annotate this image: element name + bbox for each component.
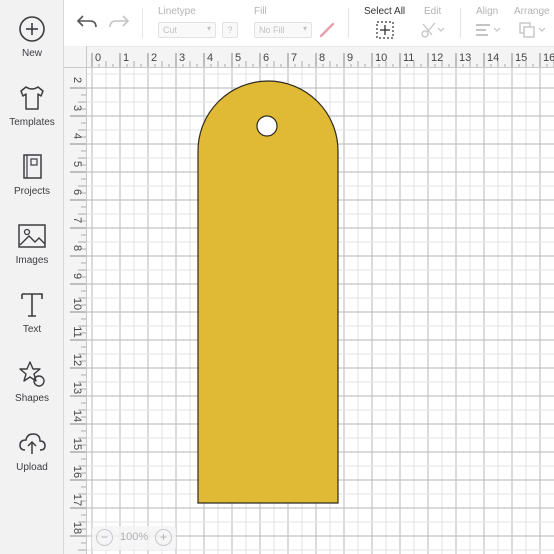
- ruler-label: 13: [71, 382, 83, 394]
- sidebar-item-images[interactable]: Images: [0, 221, 64, 283]
- sidebar-item-label: New: [21, 48, 42, 59]
- ruler-label: 3: [71, 105, 83, 111]
- text-t-icon: [21, 293, 43, 317]
- sidebar-item-upload[interactable]: Upload: [0, 428, 64, 490]
- chevron-down-icon: ▾: [206, 24, 211, 33]
- edit-label: Edit: [424, 6, 442, 17]
- notebook-icon: [23, 154, 42, 179]
- ruler-label: 14: [71, 410, 83, 422]
- arrange-icon[interactable]: [518, 21, 548, 39]
- undo-icon[interactable]: [76, 12, 98, 32]
- ruler-label: 4: [71, 133, 83, 139]
- ruler-label: 12: [431, 52, 443, 64]
- shapes-icon: [19, 361, 45, 387]
- fill-value: No Fill: [259, 25, 285, 35]
- vertical-ruler-ticks: 2 3 4 5 6 7 8 9 10 11 12 13 14 15 16 17 18: [70, 77, 86, 551]
- help-label: ?: [227, 25, 233, 35]
- horizontal-ruler-ticks: 012345678910111213141516: [91, 52, 554, 67]
- ruler-label: 8: [71, 245, 83, 251]
- zoom-level: 100%: [120, 531, 149, 543]
- ruler-label: 11: [71, 326, 83, 337]
- ruler-label: 18: [71, 522, 83, 534]
- tag-hole: [256, 115, 278, 137]
- ruler-label: 8: [319, 52, 325, 64]
- linetype-select[interactable]: Cut ▾: [158, 22, 216, 38]
- ruler-label: 10: [71, 298, 83, 310]
- tshirt-icon: [20, 86, 44, 110]
- divider: [348, 8, 349, 38]
- ruler-label: 6: [71, 189, 83, 195]
- ruler-label: 9: [71, 273, 83, 279]
- ruler-label: 5: [235, 52, 241, 64]
- ruler-label: 5: [71, 161, 83, 167]
- sidebar-item-label: Upload: [16, 462, 48, 473]
- align-icon[interactable]: [474, 21, 502, 39]
- sidebar-item-text[interactable]: Text: [0, 290, 64, 352]
- linetype-value: Cut: [163, 25, 178, 35]
- divider: [460, 8, 461, 38]
- ruler-label: 11: [403, 52, 414, 64]
- ruler-label: 16: [543, 52, 554, 64]
- ruler-label: 2: [151, 52, 157, 64]
- edit-tools-icon[interactable]: [420, 21, 446, 39]
- sidebar-item-shapes[interactable]: Shapes: [0, 359, 64, 421]
- chevron-down-icon: ▾: [302, 24, 307, 33]
- ruler-label: 7: [71, 217, 83, 223]
- image-icon: [18, 224, 46, 248]
- ruler-corner: [64, 46, 87, 68]
- fill-select[interactable]: No Fill ▾: [254, 22, 312, 38]
- ruler-label: 9: [347, 52, 353, 64]
- ruler-label: 7: [291, 52, 297, 64]
- sidebar-item-projects[interactable]: Projects: [0, 152, 64, 214]
- sidebar: New Templates Projects Images Text Shape…: [0, 0, 64, 554]
- select-all-icon[interactable]: [376, 21, 394, 39]
- tag-shape[interactable]: [197, 80, 339, 504]
- ruler-label: 10: [375, 52, 387, 64]
- zoom-control: − 100% +: [92, 526, 176, 550]
- ruler-label: 15: [71, 438, 83, 450]
- ruler-label: 0: [95, 52, 101, 64]
- ruler-label: 17: [71, 494, 83, 506]
- divider: [142, 8, 143, 38]
- fill-label: Fill: [254, 6, 267, 17]
- linetype-label: Linetype: [158, 6, 196, 17]
- canvas-grid: [87, 68, 554, 554]
- select-all-label: Select All: [364, 6, 406, 17]
- sidebar-item-label: Projects: [13, 186, 51, 197]
- zoom-out-button[interactable]: −: [96, 529, 113, 546]
- sidebar-item-label: Templates: [9, 117, 55, 128]
- help-button[interactable]: ?: [222, 22, 238, 38]
- redo-icon[interactable]: [108, 12, 130, 32]
- ruler-label: 3: [179, 52, 185, 64]
- sidebar-item-templates[interactable]: Templates: [0, 83, 64, 145]
- ruler-label: 4: [207, 52, 213, 64]
- ruler-label: 13: [459, 52, 471, 64]
- arrange-label: Arrange: [514, 6, 550, 17]
- horizontal-ruler: 012345678910111213141516: [87, 46, 554, 68]
- sidebar-item-label: Images: [15, 255, 49, 266]
- zoom-in-button[interactable]: +: [155, 529, 172, 546]
- align-label: Align: [476, 6, 499, 17]
- ruler-label: 15: [515, 52, 527, 64]
- ruler-label: 6: [263, 52, 269, 64]
- ruler-label: 12: [71, 354, 83, 366]
- vertical-ruler: 2 3 4 5 6 7 8 9 10 11 12 13 14 15 16 17 18: [64, 68, 87, 554]
- sidebar-item-label: Shapes: [15, 393, 49, 404]
- sidebar-item-new[interactable]: New: [0, 14, 64, 76]
- ruler-label: 1: [123, 52, 129, 64]
- ruler-label: 14: [487, 52, 499, 64]
- plus-circle-icon: [19, 16, 45, 42]
- design-canvas[interactable]: [87, 68, 554, 554]
- toolbar: Linetype Cut ▾ ? Fill No Fill ▾ Select A…: [64, 0, 554, 46]
- cloud-upload-icon: [19, 433, 46, 454]
- ruler-label: 2: [71, 77, 83, 83]
- ruler-label: 16: [71, 466, 83, 478]
- pen-color-icon[interactable]: [318, 21, 336, 39]
- sidebar-item-label: Text: [22, 324, 42, 335]
